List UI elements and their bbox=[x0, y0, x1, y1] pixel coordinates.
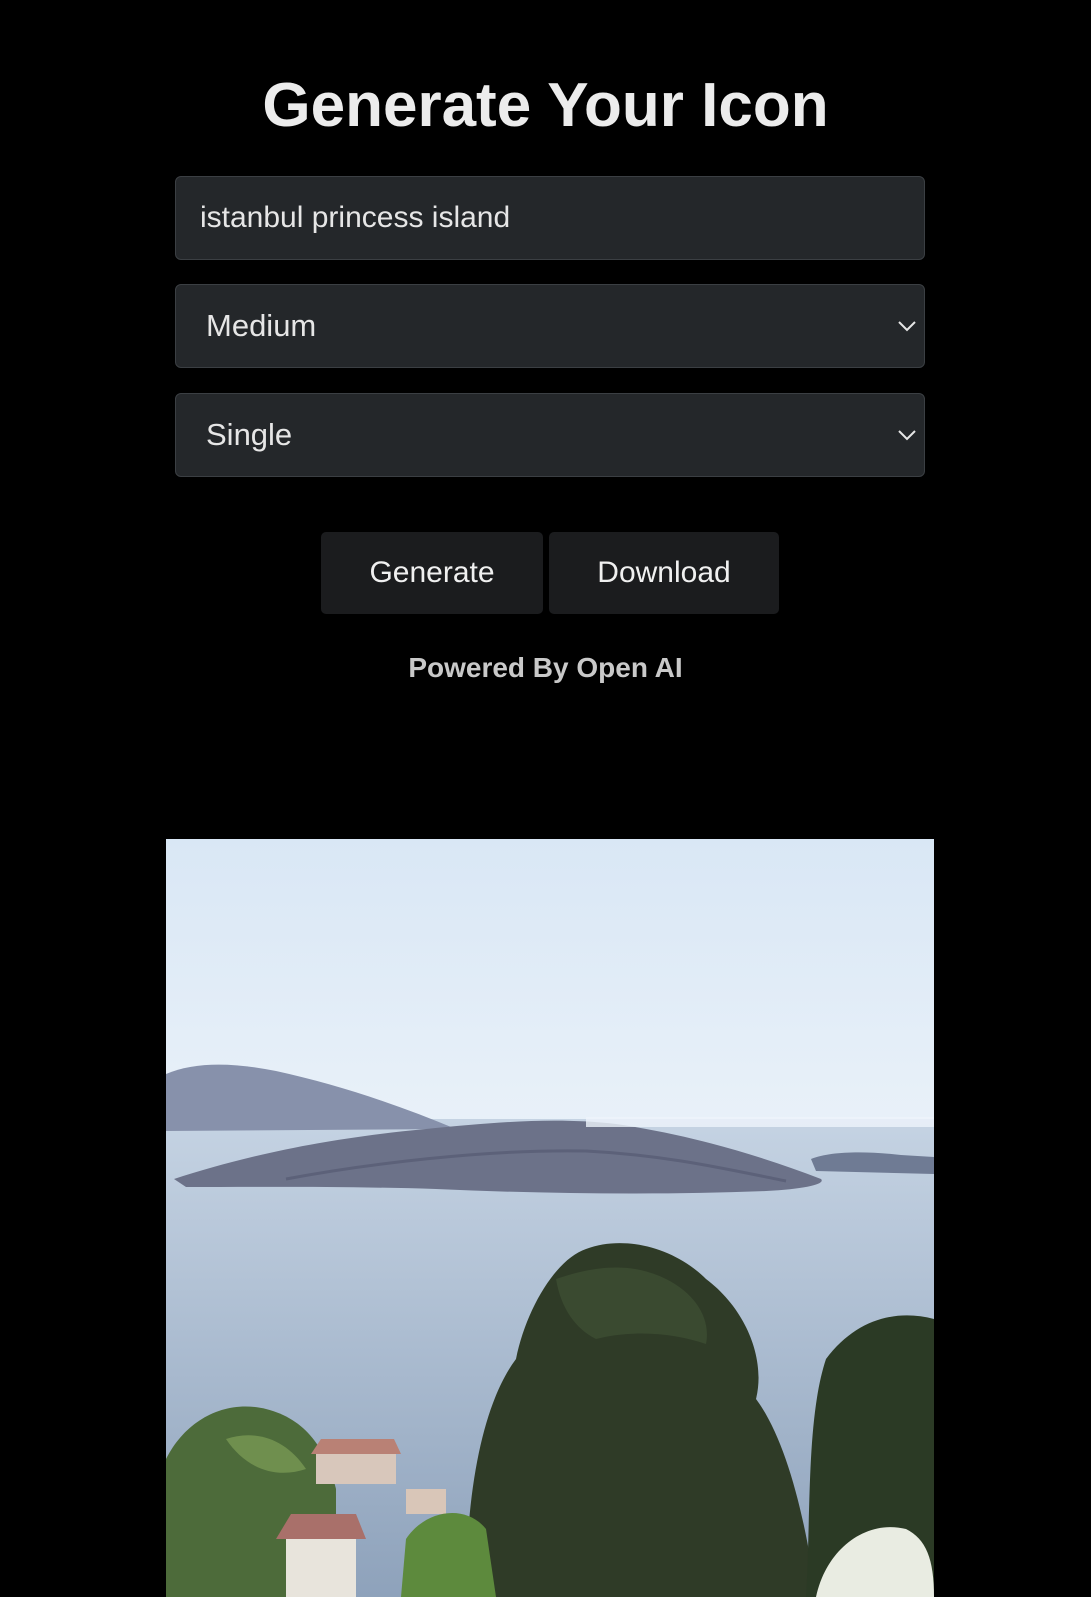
page-title: Generate Your Icon bbox=[262, 71, 829, 140]
count-select-value: Single bbox=[206, 417, 293, 452]
generate-button[interactable]: Generate bbox=[321, 532, 543, 614]
generated-image bbox=[166, 839, 934, 1597]
prompt-input[interactable] bbox=[175, 176, 925, 260]
chevron-down-icon bbox=[898, 430, 916, 441]
quality-select-value: Medium bbox=[206, 308, 317, 343]
quality-select[interactable]: Medium bbox=[175, 284, 925, 368]
download-button[interactable]: Download bbox=[549, 532, 779, 614]
page: Generate Your Icon Medium Single Generat… bbox=[0, 0, 1091, 1597]
powered-by-text: Powered By Open AI bbox=[408, 652, 683, 683]
chevron-down-icon bbox=[898, 321, 916, 332]
count-select[interactable]: Single bbox=[175, 393, 925, 477]
